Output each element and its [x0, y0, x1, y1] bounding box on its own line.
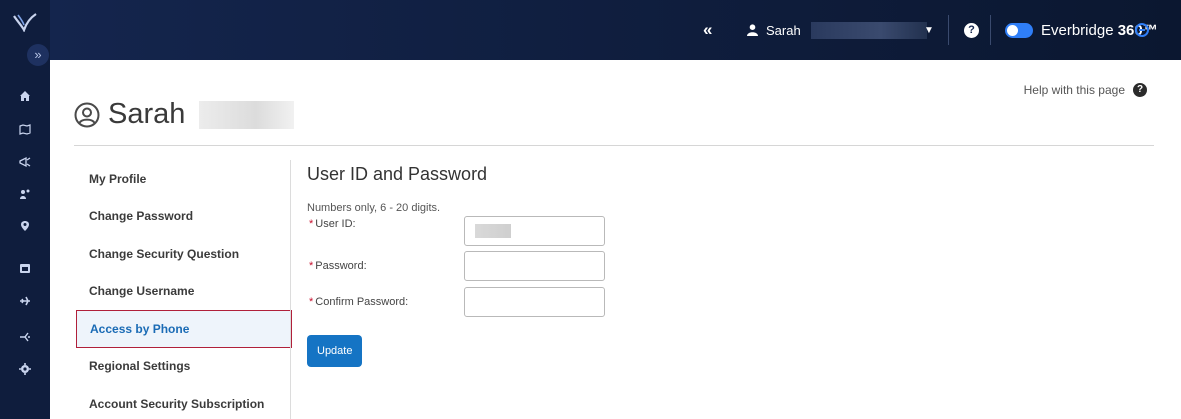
redacted-surname: [810, 21, 927, 39]
question-icon: ?: [1133, 83, 1147, 97]
user-avatar-icon: [74, 102, 100, 127]
confirm-password-label: * Confirm Password:: [309, 296, 409, 308]
location-pin-icon[interactable]: [0, 214, 50, 238]
password-input[interactable]: [464, 251, 605, 281]
help-button[interactable]: ?: [964, 0, 979, 60]
user-id-input[interactable]: [464, 216, 605, 246]
user-name: Sarah: [766, 22, 801, 38]
menu-item-change-username[interactable]: Change Username: [76, 273, 292, 311]
everbridge-logo-icon[interactable]: [0, 0, 50, 45]
redacted-surname: [199, 100, 295, 129]
chevron-down-icon[interactable]: ▼: [924, 0, 934, 60]
map-icon[interactable]: [0, 117, 50, 141]
help-with-page-link[interactable]: Help with this page ?: [1024, 83, 1147, 97]
menu-divider: [290, 160, 291, 419]
menu-item-change-security-question[interactable]: Change Security Question: [76, 235, 292, 273]
user-icon: [747, 24, 758, 36]
collapse-panel-button[interactable]: «: [703, 0, 713, 60]
expand-nav-button[interactable]: »: [27, 44, 49, 66]
help-icon: ?: [964, 22, 979, 38]
home-icon[interactable]: [0, 84, 50, 108]
update-button[interactable]: Update: [307, 335, 363, 367]
user-menu[interactable]: Sarah: [747, 0, 927, 60]
password-row: * Password:: [309, 251, 605, 281]
menu-icon: [1135, 23, 1149, 37]
password-label: * Password:: [309, 260, 367, 272]
calendar-icon[interactable]: [0, 256, 50, 280]
page-title: Sarah: [74, 98, 295, 131]
header-divider: [74, 145, 1154, 146]
top-bar: « Sarah ▼ ? Everbridge 360™: [50, 0, 1181, 60]
people-icon[interactable]: [0, 182, 50, 206]
divider: [990, 15, 991, 45]
section-title: User ID and Password: [307, 164, 488, 184]
menu-item-regional-settings[interactable]: Regional Settings: [76, 348, 292, 386]
confirm-password-input[interactable]: [464, 287, 605, 317]
megaphone-icon[interactable]: [0, 150, 50, 174]
plane-icon[interactable]: [0, 289, 50, 313]
menu-item-my-profile[interactable]: My Profile: [76, 160, 292, 198]
app-menu-button[interactable]: [1135, 0, 1149, 60]
menu-item-account-security-subscription[interactable]: Account Security Subscription: [76, 385, 292, 419]
merge-icon[interactable]: [0, 325, 50, 349]
profile-menu: My Profile Change Password Change Securi…: [76, 160, 292, 419]
help-link-label: Help with this page: [1023, 83, 1125, 97]
left-nav-rail: »: [0, 0, 50, 419]
profile-name: Sarah: [108, 98, 186, 130]
user-id-hint: Numbers only, 6 - 20 digits.: [307, 202, 441, 214]
settings-icon[interactable]: [0, 357, 50, 381]
divider: [948, 15, 949, 45]
user-id-label: * User ID:: [309, 218, 356, 230]
confirm-password-row: * Confirm Password:: [309, 287, 605, 317]
redacted-user-id: [475, 224, 511, 238]
menu-item-change-password[interactable]: Change Password: [76, 198, 292, 236]
menu-item-access-by-phone[interactable]: Access by Phone: [76, 310, 292, 348]
user-id-row: * User ID:: [309, 216, 605, 246]
toggle-switch[interactable]: [1005, 22, 1033, 38]
